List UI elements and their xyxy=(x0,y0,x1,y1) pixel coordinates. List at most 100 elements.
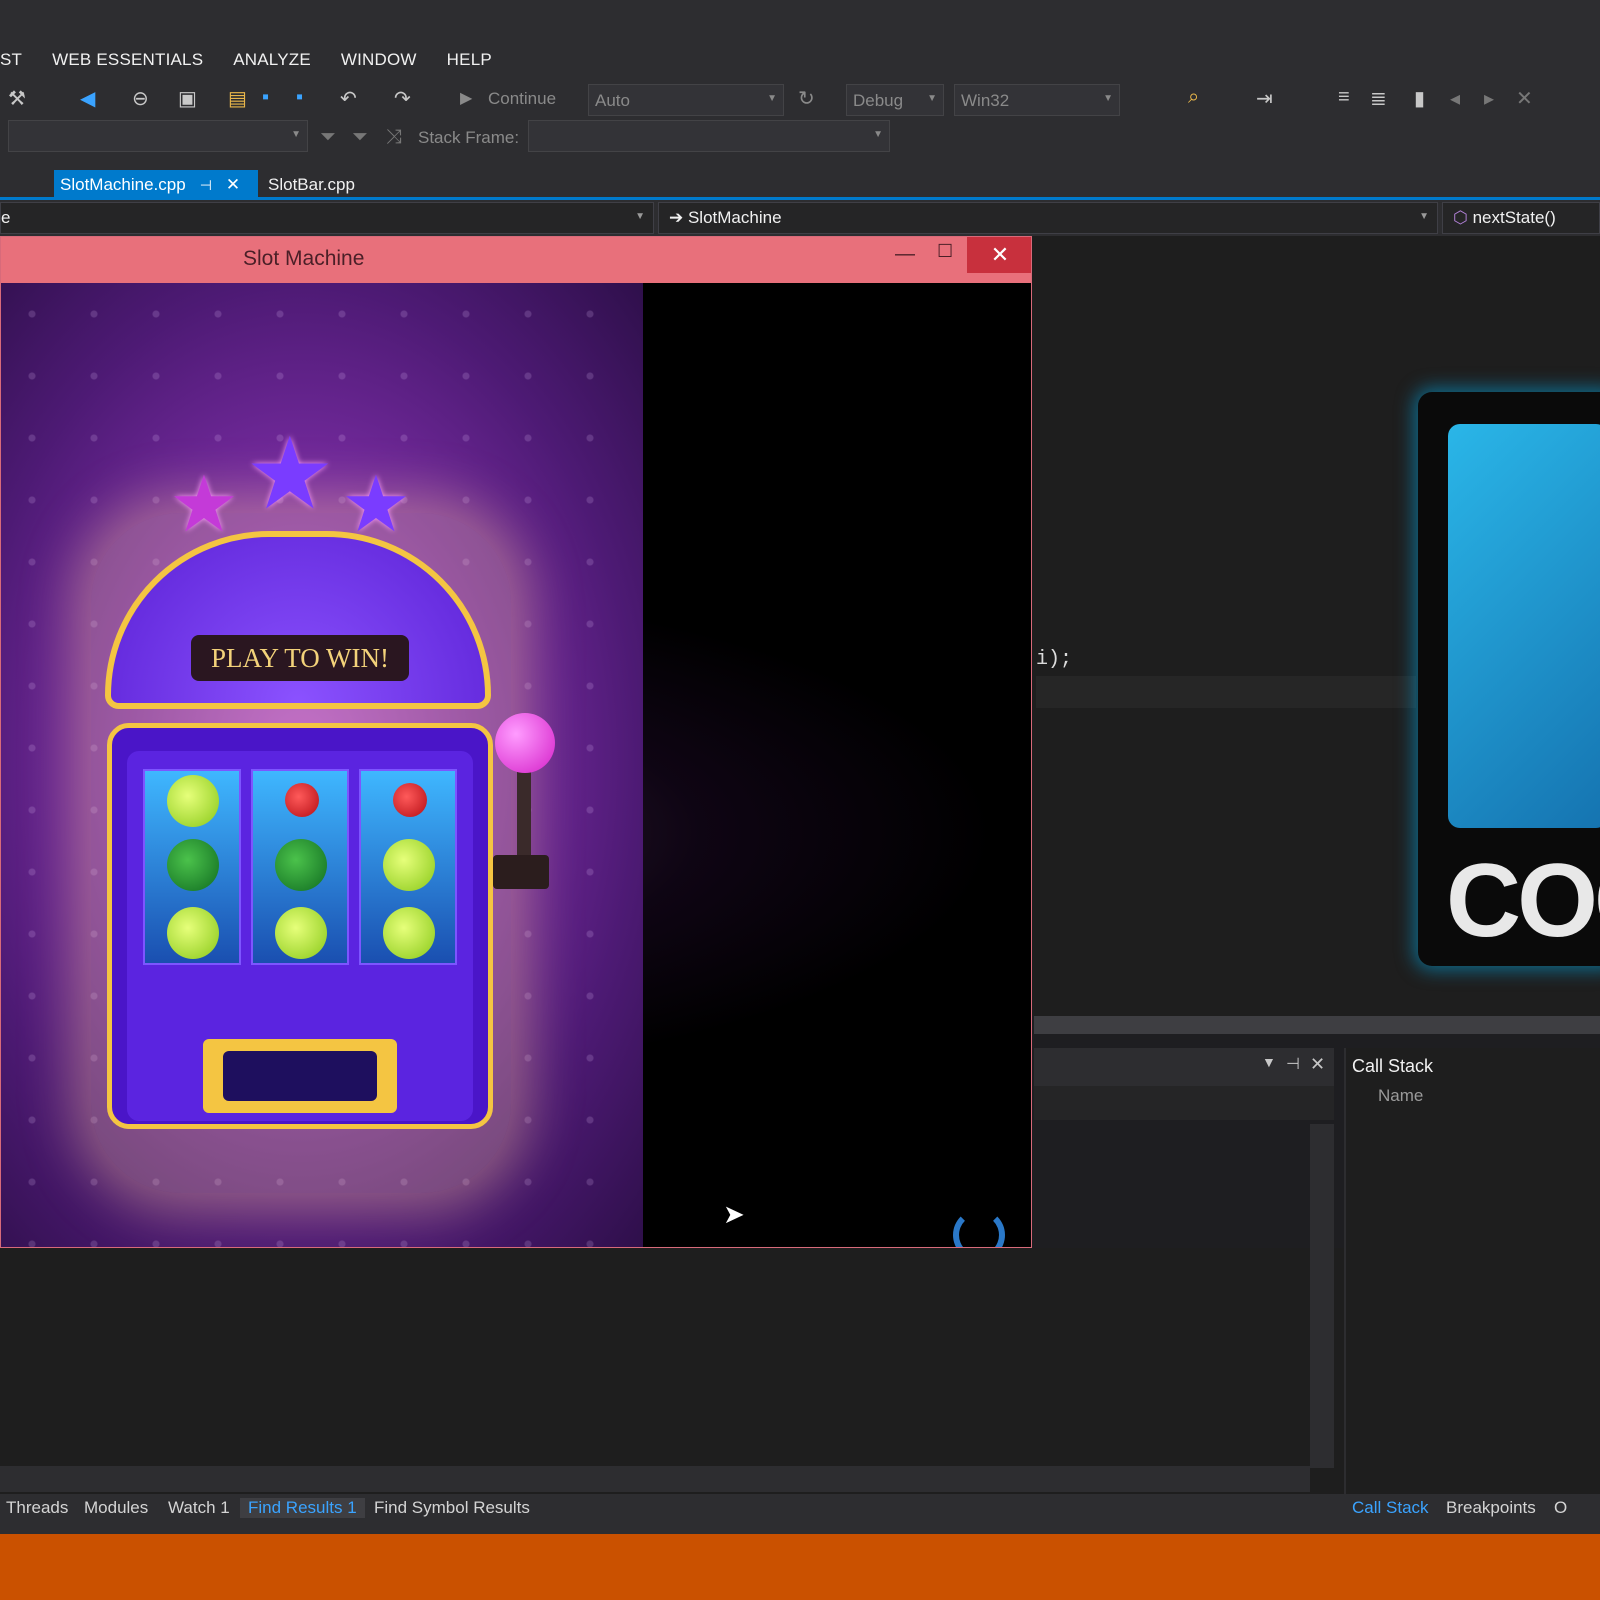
bookmark-icon[interactable]: ▮ xyxy=(1414,86,1425,111)
process-select[interactable]: ▼ xyxy=(8,120,308,152)
new-project-icon[interactable]: ▣ xyxy=(178,86,197,111)
save-all-icon[interactable]: ▪ xyxy=(296,86,303,109)
undo-icon[interactable]: ↶ xyxy=(340,86,357,111)
chevron-down-icon: ▼ xyxy=(767,93,777,104)
tab-find-symbol-results[interactable]: Find Symbol Results xyxy=(374,1498,530,1518)
chevron-down-icon: ▼ xyxy=(927,93,937,104)
close-button[interactable]: ✕ xyxy=(967,237,1031,273)
method-icon: ⬡ xyxy=(1453,208,1468,227)
restart-icon[interactable]: ↻ xyxy=(798,86,815,111)
tab-breakpoints[interactable]: Breakpoints xyxy=(1446,1498,1536,1518)
class-value: ➔ SlotMachine xyxy=(669,208,782,227)
dropdown-icon[interactable]: ▼ xyxy=(1262,1054,1276,1070)
filter-icon[interactable]: ⏷ xyxy=(320,126,336,149)
maximize-button[interactable]: ☐ xyxy=(937,241,953,262)
comment-icon[interactable]: ≡ xyxy=(1338,86,1350,109)
panel-splitter[interactable] xyxy=(1034,1016,1600,1034)
close-icon[interactable]: ✕ xyxy=(226,175,240,195)
class-select[interactable]: ➔ SlotMachine ▼ xyxy=(658,202,1438,234)
menu-window[interactable]: WINDOW xyxy=(341,50,417,70)
menu-analyze[interactable]: ANALYZE xyxy=(233,50,311,70)
prev-bookmark-icon[interactable]: ◂ xyxy=(1450,86,1460,111)
project-value: e xyxy=(1,208,11,227)
document-tab-bar: SlotMachine.cpp ⊣ ✕ SlotBar.cpp xyxy=(0,162,1600,200)
open-file-icon[interactable]: ▤ xyxy=(228,86,247,111)
chevron-down-icon: ▼ xyxy=(1103,93,1113,104)
lime-icon xyxy=(383,839,435,891)
next-bookmark-icon[interactable]: ▸ xyxy=(1484,86,1494,111)
column-header-name[interactable]: Name xyxy=(1378,1086,1423,1106)
tab-watch-1[interactable]: Watch 1 xyxy=(168,1498,230,1518)
close-icon[interactable]: ✕ xyxy=(1310,1054,1325,1075)
pin-icon[interactable]: ⊣ xyxy=(1286,1054,1300,1074)
save-icon[interactable]: ▪ xyxy=(262,86,269,109)
stack-frame-label: Stack Frame: xyxy=(418,128,520,147)
build-config-value: Debug xyxy=(853,91,904,110)
indent-icon[interactable]: ⇥ xyxy=(1256,86,1273,111)
filter-clear-icon[interactable]: ⏷ xyxy=(352,126,368,149)
menu-web-essentials[interactable]: WEB ESSENTIALS xyxy=(52,50,203,70)
menu-test[interactable]: ST xyxy=(0,50,22,70)
platform-value: Win32 xyxy=(961,91,1010,110)
flag-threads-icon[interactable]: ⤨ xyxy=(386,126,402,149)
debug-location-toolbar: ▼ ⏷ ⏷ ⤨ Stack Frame: ▼ xyxy=(0,120,1600,162)
cocos-logo-emblem xyxy=(1448,424,1600,828)
app-title-bar[interactable]: Slot Machine — ☐ ✕ xyxy=(1,237,1031,283)
lime-icon xyxy=(167,907,219,959)
tab-slotbar-cpp[interactable]: SlotBar.cpp xyxy=(262,170,361,200)
redo-icon[interactable]: ↷ xyxy=(394,86,411,111)
reel-1 xyxy=(143,769,241,965)
cherry-icon xyxy=(393,783,427,817)
horizontal-scrollbar[interactable] xyxy=(0,1466,1310,1492)
menu-bar: ST WEB ESSENTIALS ANALYZE WINDOW HELP xyxy=(0,40,1600,80)
payout-display xyxy=(223,1051,377,1101)
navigate-forward-icon[interactable]: ⊖ xyxy=(132,86,149,111)
code-line[interactable]: i); xyxy=(1036,648,1072,671)
tab-label: SlotMachine.cpp xyxy=(60,175,186,194)
tab-modules[interactable]: Modules xyxy=(84,1498,148,1518)
project-select[interactable]: e ▼ xyxy=(0,202,654,234)
tab-call-stack[interactable]: Call Stack xyxy=(1352,1498,1429,1518)
play-to-win-banner: PLAY TO WIN! xyxy=(191,635,409,681)
star-icon: ★ xyxy=(245,418,335,530)
standard-toolbar: ⚒ ◀ ⊖ ▣ ▤ ▪ ▪ ↶ ↷ ▶ Continue Auto ▼ ↻ De… xyxy=(0,80,1600,120)
menu-help[interactable]: HELP xyxy=(447,50,492,70)
game-canvas[interactable]: ★ ★ ★ PLAY TO WIN! ➤ xyxy=(1,283,1031,1247)
tab-threads[interactable]: Threads xyxy=(6,1498,68,1518)
chevron-down-icon: ▼ xyxy=(873,129,883,140)
chevron-down-icon: ▼ xyxy=(291,129,301,140)
minimize-button[interactable]: — xyxy=(895,243,915,266)
class-name: SlotMachine xyxy=(687,208,782,227)
watermelon-icon xyxy=(275,839,327,891)
navigate-back-icon[interactable]: ◀ xyxy=(80,86,95,111)
tab-find-results-1[interactable]: Find Results 1 xyxy=(240,1498,365,1518)
mouse-cursor-icon: ➤ xyxy=(723,1199,745,1229)
navigation-bar: e ▼ ➔ SlotMachine ▼ ⬡ nextState() xyxy=(0,200,1600,236)
vertical-scrollbar[interactable] xyxy=(1310,1124,1334,1468)
find-in-files-icon[interactable]: ⌕ xyxy=(1188,86,1199,109)
build-config-select[interactable]: Debug ▼ xyxy=(846,84,944,116)
tab-output[interactable]: O xyxy=(1554,1498,1567,1518)
continue-button[interactable]: Continue xyxy=(488,89,556,109)
member-name: nextState() xyxy=(1472,208,1556,227)
lime-icon xyxy=(275,907,327,959)
member-select[interactable]: ⬡ nextState() xyxy=(1442,202,1600,234)
continue-icon[interactable]: ▶ xyxy=(460,88,472,108)
platform-select[interactable]: Win32 ▼ xyxy=(954,84,1120,116)
pin-icon[interactable]: ⊣ xyxy=(200,177,212,194)
cherry-icon xyxy=(285,783,319,817)
spin-lever[interactable] xyxy=(495,713,555,773)
tab-slotmachine-cpp[interactable]: SlotMachine.cpp ⊣ ✕ xyxy=(54,170,258,200)
refresh-icon[interactable] xyxy=(953,1209,1005,1247)
app-title: Slot Machine xyxy=(243,247,365,270)
stack-frame-select[interactable]: ▼ xyxy=(528,120,890,152)
output-toolbar xyxy=(1034,1086,1334,1120)
tab-label: SlotBar.cpp xyxy=(268,175,355,194)
lime-icon xyxy=(383,907,435,959)
call-stack-title: Call Stack xyxy=(1352,1056,1434,1076)
uncomment-icon[interactable]: ≣ xyxy=(1370,86,1387,111)
call-stack-panel xyxy=(1344,1048,1600,1498)
clear-bookmarks-icon[interactable]: ✕ xyxy=(1516,86,1533,111)
solution-config-select[interactable]: Auto ▼ xyxy=(588,84,784,116)
tools-icon[interactable]: ⚒ xyxy=(8,86,26,111)
